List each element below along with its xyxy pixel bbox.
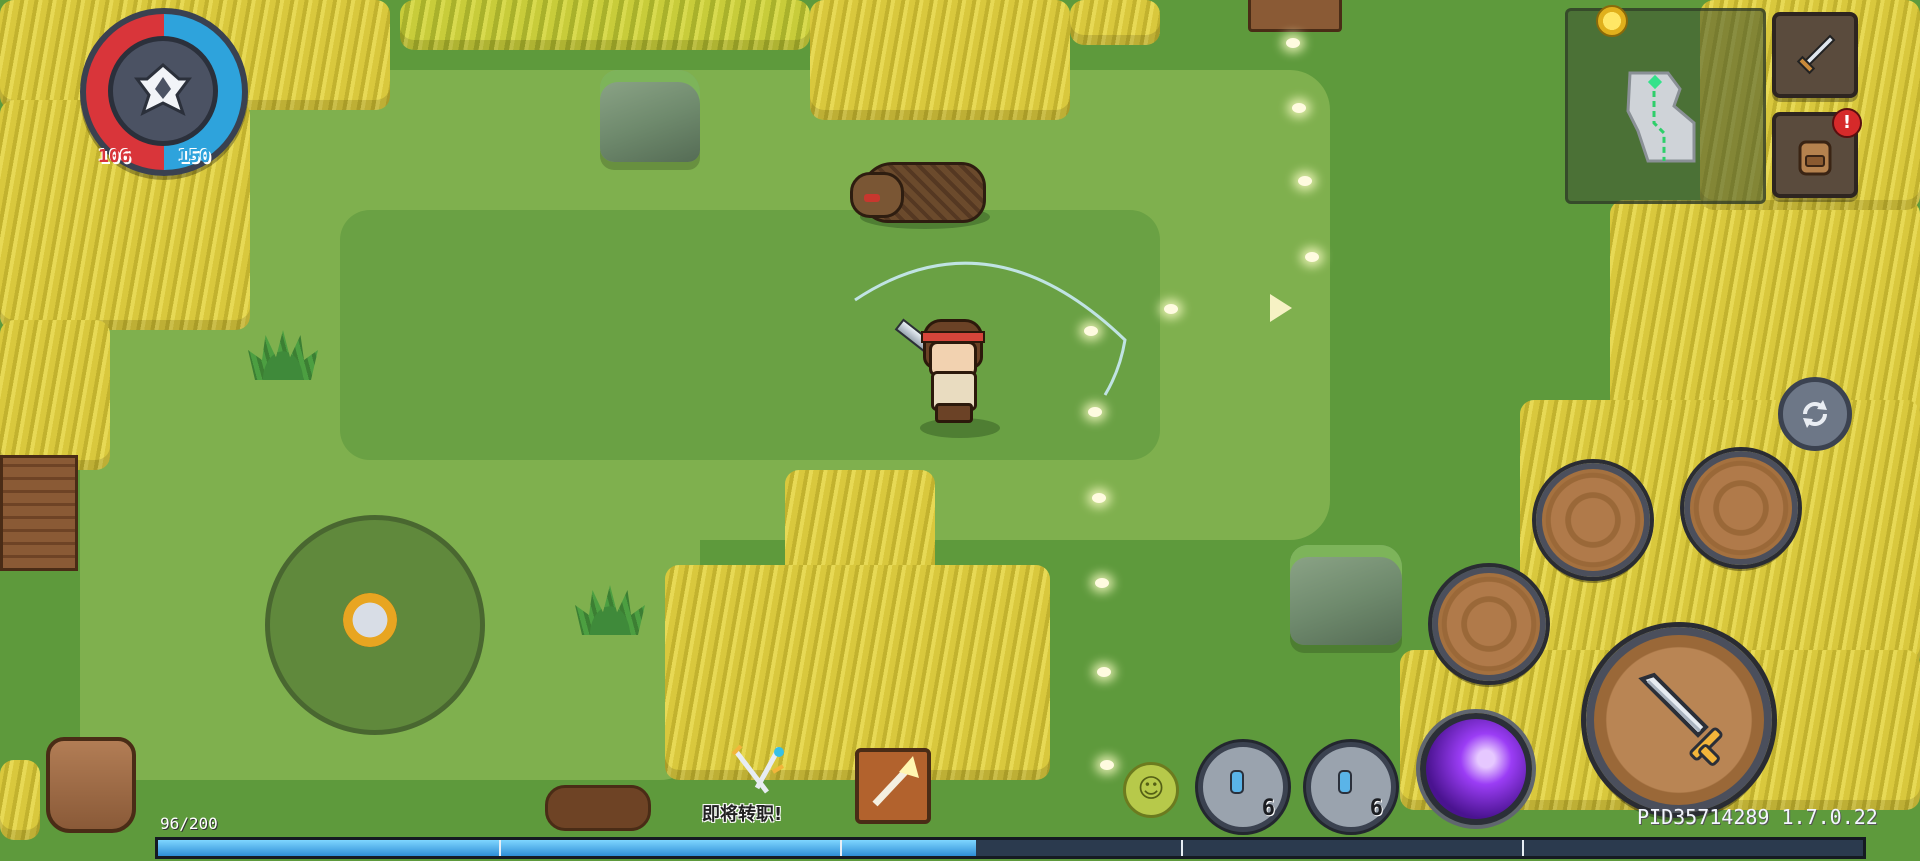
sword-icon (1796, 34, 1836, 75)
xp-tick (1522, 840, 1524, 856)
xp-tick (499, 840, 501, 856)
clay-pot (46, 737, 136, 833)
potion-slot-2[interactable]: 6 (1306, 742, 1396, 832)
backpack-icon (1798, 140, 1832, 176)
tall-grass (0, 320, 110, 470)
tall-grass (810, 0, 1070, 120)
boar-enemy (850, 152, 995, 227)
minimap[interactable] (1565, 8, 1766, 204)
xp-tick (1181, 840, 1183, 856)
potion-count: 6 (1261, 796, 1275, 821)
upgrade-arrow-icon (872, 756, 919, 807)
job-change-icon[interactable] (727, 742, 787, 798)
glow-orb (1298, 176, 1312, 186)
glow-orb (1292, 103, 1306, 113)
ultimate-skill-button[interactable] (1420, 713, 1532, 825)
skill-slot-1[interactable] (1536, 463, 1650, 577)
version-label: PID35714289 1.7.0.22 (1637, 805, 1878, 829)
tree-stump (545, 785, 651, 831)
inventory-alert-badge: ! (1832, 108, 1862, 138)
glow-orb (1305, 252, 1319, 262)
tall-grass (0, 760, 40, 840)
direction-arrow-icon (1270, 294, 1292, 322)
class-emblem-icon (108, 36, 218, 146)
glow-orb (1286, 38, 1300, 48)
tall-grass (1610, 200, 1920, 430)
xp-text: 96/200 (160, 814, 218, 833)
job-change-label: 即将转职! (702, 804, 783, 825)
wooden-fence (0, 455, 78, 571)
glow-orb (1095, 578, 1109, 588)
xp-tick (840, 840, 842, 856)
sword-icon (1638, 672, 1723, 766)
glow-orb (1097, 667, 1111, 677)
glow-orb (1164, 304, 1178, 314)
swap-icon (1803, 400, 1827, 428)
minimap-rooms (1626, 71, 1696, 163)
glow-orb (1092, 493, 1106, 503)
skill-slot-2[interactable] (1684, 451, 1798, 565)
xp-bar (155, 837, 1866, 859)
wooden-crate (1248, 0, 1342, 32)
attack-button[interactable] (1586, 627, 1772, 813)
skill-slot-3[interactable] (1432, 567, 1546, 681)
potion-count: 6 (1369, 796, 1383, 821)
joystick-knob[interactable] (343, 593, 397, 647)
swap-weapon-button[interactable] (1778, 377, 1852, 451)
emote-button[interactable]: ☺ (1123, 762, 1179, 818)
backpack-button[interactable]: ! (1772, 108, 1862, 198)
tall-grass (1070, 0, 1160, 45)
quick-item-slot[interactable] (855, 748, 931, 824)
mossy-rock (1290, 545, 1402, 645)
movement-joystick[interactable] (265, 515, 485, 735)
mossy-rock (600, 70, 700, 162)
weapon-slot-button[interactable] (1772, 12, 1858, 98)
mp-value: 150 (178, 146, 211, 167)
xp-fill (158, 840, 977, 856)
glow-orb (1100, 760, 1114, 770)
hp-value: 106 (98, 146, 131, 167)
player-character (894, 305, 995, 425)
tall-grass (400, 0, 810, 50)
coin-icon (1596, 5, 1628, 37)
potion-slot-1[interactable]: 6 (1198, 742, 1288, 832)
